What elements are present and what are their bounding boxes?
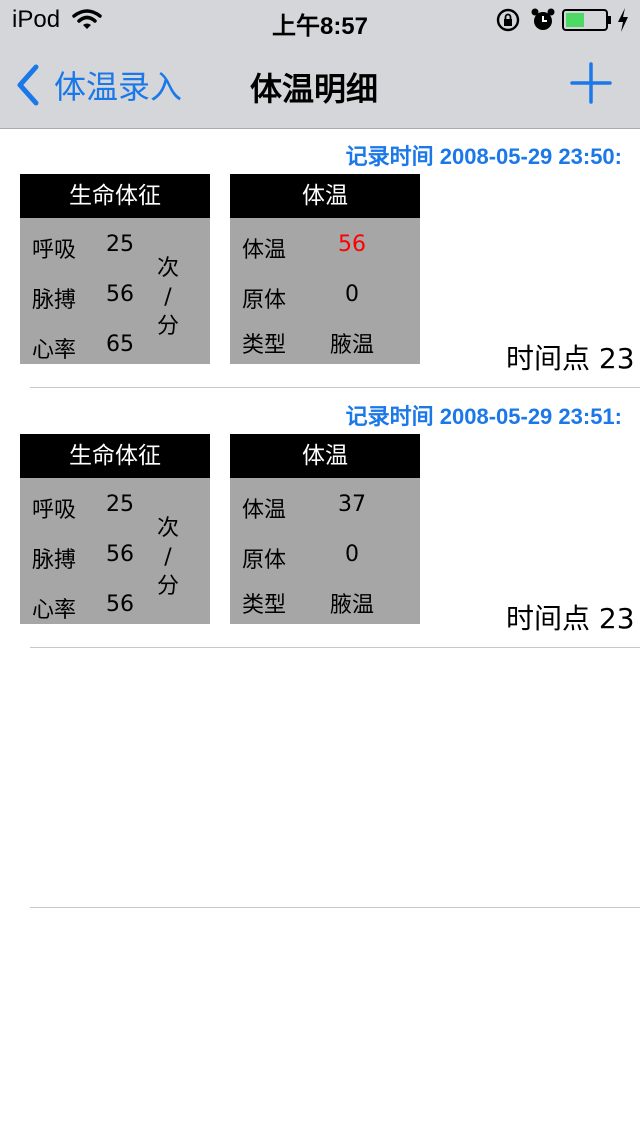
original-temp-label: 原体	[242, 548, 287, 573]
row-separator	[30, 647, 640, 648]
temperature-card-header: 体温	[230, 434, 420, 478]
timepoint-label: 时间点 23	[506, 602, 635, 635]
type-value: 腋温	[329, 593, 374, 618]
add-icon[interactable]	[570, 62, 612, 104]
original-temp-value: 0	[345, 282, 359, 307]
chevron-left-icon	[17, 64, 39, 106]
heart-rate-value: 56	[106, 592, 134, 617]
respiration-value: 25	[106, 232, 134, 257]
temperature-value: 56	[338, 232, 366, 257]
unit-part: /	[164, 285, 172, 310]
back-button-label: 体温录入	[54, 68, 183, 106]
pulse-label: 脉搏	[32, 548, 77, 573]
rate-unit: 次 / 分	[156, 254, 180, 341]
row-separator	[30, 907, 640, 908]
original-temp-label: 原体	[242, 288, 287, 313]
temperature-card: 体温 体温 56 原体 0 类型 腋温	[230, 174, 420, 364]
pulse-value: 56	[106, 542, 134, 567]
unit-part: 分	[156, 314, 179, 339]
unit-part: 次	[156, 516, 179, 541]
rate-unit: 次 / 分	[156, 514, 180, 601]
rotation-lock-icon	[496, 8, 520, 32]
type-value: 腋温	[329, 333, 374, 358]
row-separator	[30, 387, 640, 388]
respiration-label: 呼吸	[32, 498, 77, 523]
record-time: 记录时间 2008-05-29 23:50:	[345, 144, 622, 169]
heart-rate-value: 65	[106, 332, 134, 357]
pulse-value: 56	[106, 282, 134, 307]
vitals-card-header: 生命体征	[20, 434, 210, 478]
temperature-label: 体温	[242, 498, 287, 523]
navigation-bar: 体温录入 体温明细	[0, 40, 640, 129]
temperature-label: 体温	[242, 238, 287, 263]
battery-icon	[562, 9, 611, 31]
record-time: 记录时间 2008-05-29 23:51:	[345, 404, 622, 429]
vitals-card: 生命体征 呼吸 25 脉搏 56 心率 56 次 / 分	[20, 434, 210, 624]
temperature-card-header: 体温	[230, 174, 420, 218]
timepoint-label: 时间点 23	[506, 342, 635, 375]
page-title: 体温明细	[250, 70, 379, 108]
unit-part: 分	[156, 574, 179, 599]
pulse-label: 脉搏	[32, 288, 77, 313]
status-bar: iPod 上午8:57	[0, 0, 640, 40]
heart-rate-label: 心率	[32, 338, 77, 363]
back-button[interactable]: 体温录入	[14, 62, 182, 108]
type-label: 类型	[242, 333, 287, 358]
temperature-value: 37	[338, 492, 366, 517]
original-temp-value: 0	[345, 542, 359, 567]
vitals-card-header: 生命体征	[20, 174, 210, 218]
temperature-card: 体温 体温 37 原体 0 类型 腋温	[230, 434, 420, 624]
respiration-value: 25	[106, 492, 134, 517]
respiration-label: 呼吸	[32, 238, 77, 263]
charging-bolt-icon	[618, 8, 628, 32]
vitals-card: 生命体征 呼吸 25 脉搏 56 心率 65 次 / 分	[20, 174, 210, 364]
type-label: 类型	[242, 593, 287, 618]
unit-part: 次	[156, 256, 179, 281]
unit-part: /	[164, 545, 172, 570]
heart-rate-label: 心率	[32, 598, 77, 623]
record-list: 记录时间 2008-05-29 23:50: 生命体征 呼吸 25 脉搏 56 …	[0, 129, 640, 1136]
alarm-icon	[531, 8, 555, 30]
